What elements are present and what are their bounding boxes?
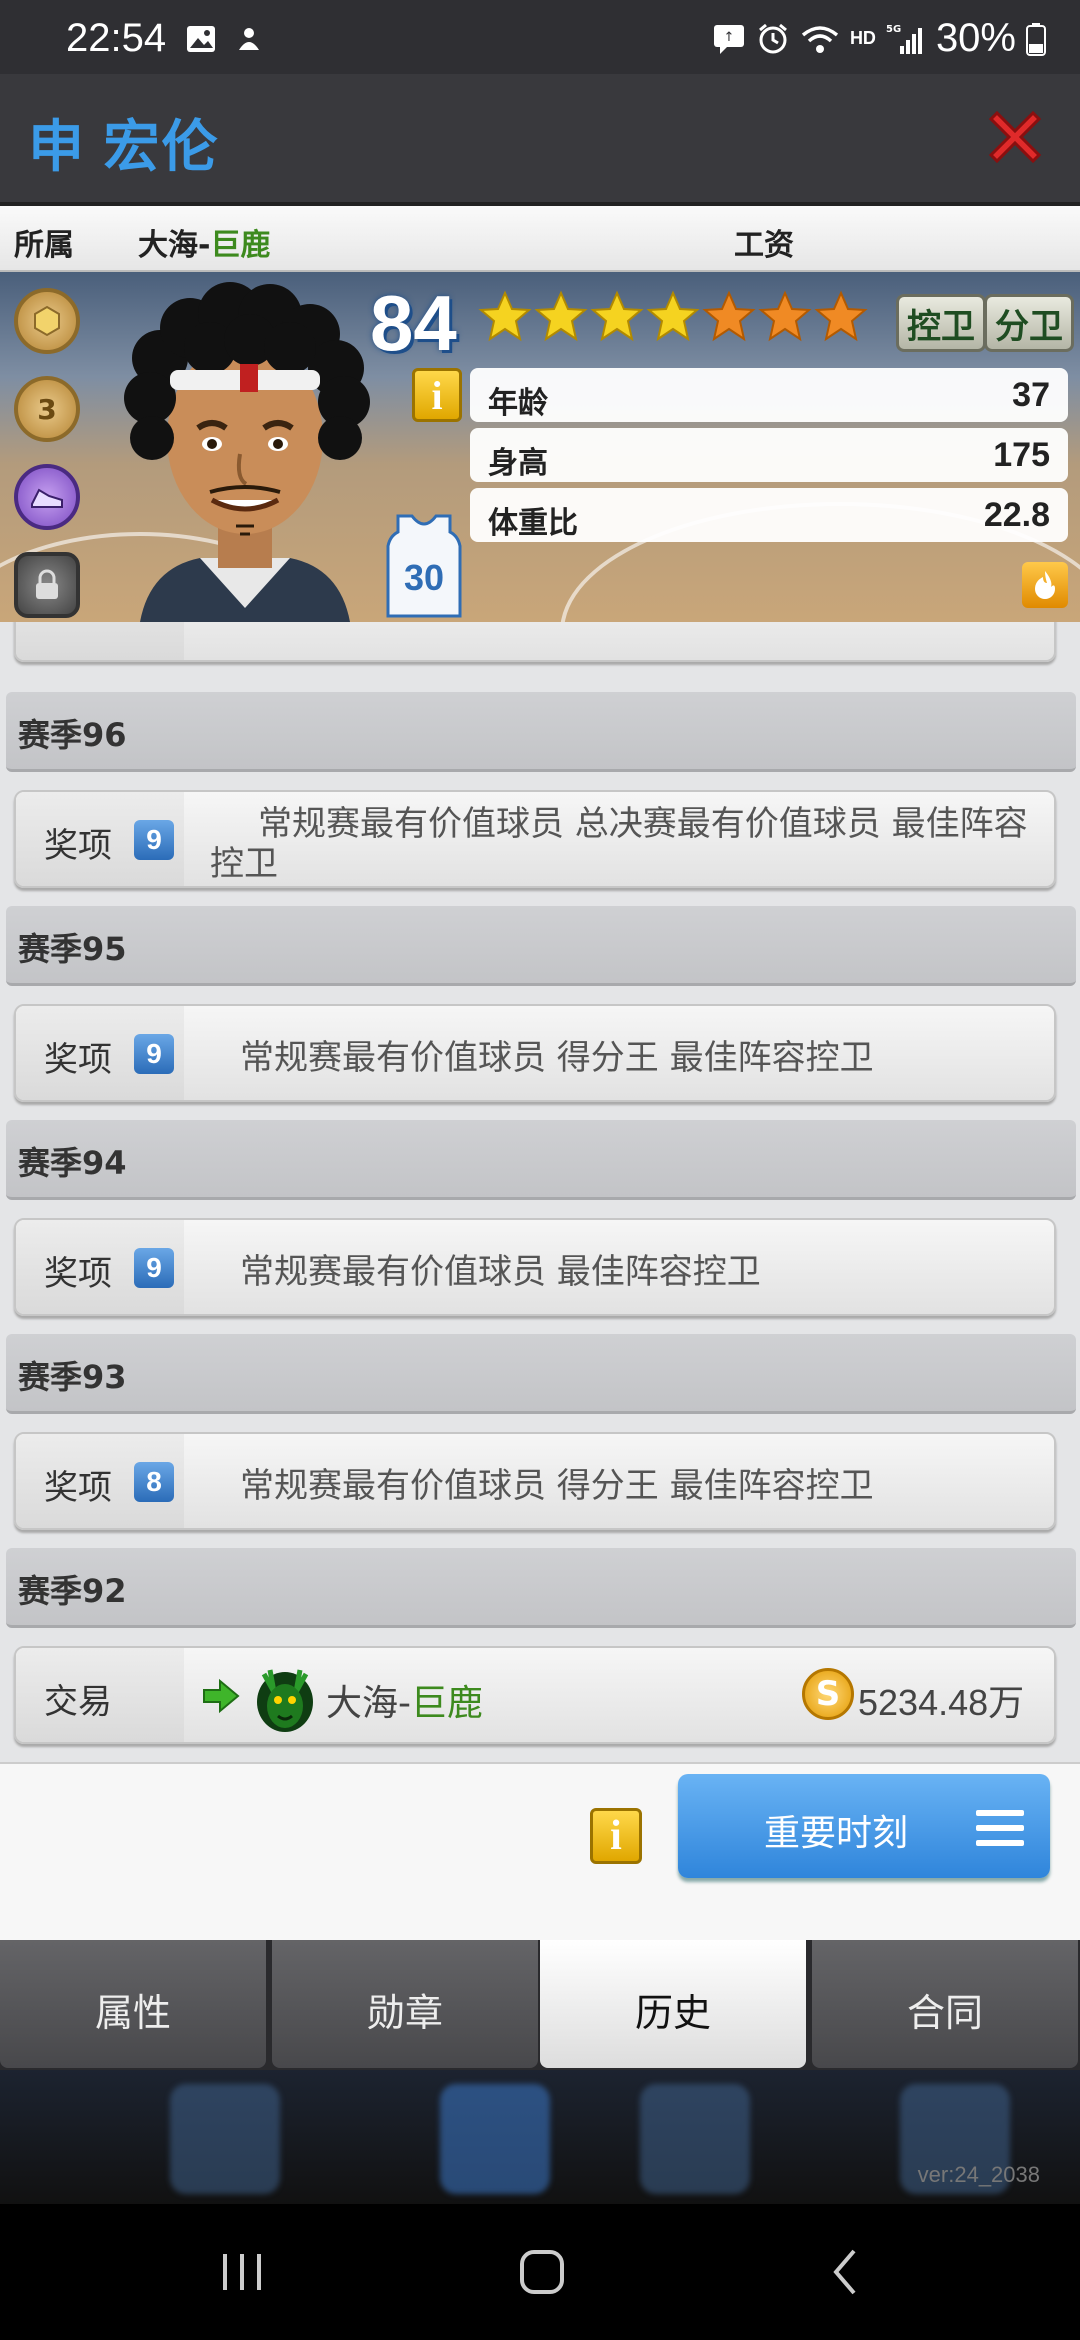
status-time: 22:54 [66, 16, 167, 60]
star-orange-icon [758, 290, 812, 348]
award-list: 常规赛最有价值球员 最佳阵容控卫 [240, 1252, 761, 1292]
wifi-icon [801, 25, 839, 53]
award-count-badge: 8 [134, 1462, 174, 1502]
award-list: 常规赛最有价值球员 总决赛最有价值球员 最佳阵容控卫 [210, 804, 1028, 884]
team-name[interactable]: 大海-巨鹿 [138, 220, 270, 264]
star-gold-icon [646, 290, 700, 348]
tab-bar: 属性 勋章 历史 合同 [0, 1940, 1080, 2070]
jersey-icon: 30 [386, 514, 462, 618]
season-header: 赛季93 [6, 1334, 1076, 1414]
home-button[interactable] [510, 2240, 574, 2304]
award-count-badge: 9 [134, 1034, 174, 1074]
stat-height: 身高 175 [470, 428, 1068, 482]
player-name: 申 宏伦 [28, 115, 220, 178]
star-rating [478, 290, 868, 348]
award-list: 常规赛最有价值球员 得分王 最佳阵容控卫 [240, 1466, 874, 1506]
salary-label: 工资 [734, 228, 794, 263]
stat-weight-ratio: 体重比 22.8 [470, 488, 1068, 542]
recents-icon [223, 2254, 261, 2290]
menu-icon [976, 1810, 1024, 1846]
entry-type: 奖项 [44, 826, 112, 866]
badge-column: 3 [14, 288, 80, 618]
award-entry: 奖项 9 常规赛最有价值球员 最佳阵容控卫 [14, 1218, 1056, 1316]
recents-button[interactable] [210, 2240, 274, 2304]
info-button[interactable]: i [590, 1808, 642, 1864]
battery-percent: 30% [935, 16, 1016, 60]
tab-badges[interactable]: 勋章 [272, 1940, 538, 2068]
season-header: 赛季96 [6, 692, 1076, 772]
level-badge[interactable]: 3 [14, 376, 80, 442]
lock-icon[interactable] [14, 552, 80, 618]
version-label: ver:24_2038 [917, 2162, 1040, 2187]
stat-age: 年龄 37 [470, 368, 1068, 422]
entry-type: 交易 [44, 1682, 112, 1722]
status-bar: 22:54 ↑ HD 5G 30% [0, 0, 1080, 74]
nav-icon-blurred [170, 2084, 280, 2194]
svg-text:↑: ↑ [723, 30, 734, 45]
flame-icon [1035, 571, 1055, 599]
award-count-badge: 9 [134, 820, 174, 860]
nav-icon-blurred [440, 2084, 550, 2194]
info-button[interactable]: i [412, 368, 462, 422]
svg-text:5G: 5G [886, 24, 901, 35]
signal-icon: 5G [886, 24, 922, 54]
back-button[interactable] [814, 2240, 878, 2304]
tab-history[interactable]: 历史 [540, 1940, 806, 2068]
history-list[interactable]: 赛季96 奖项 9 常规赛最有价值球员 总决赛最有价值球员 最佳阵容控卫 赛季9… [0, 622, 1080, 1762]
skill-badge-icon[interactable] [14, 288, 80, 354]
star-orange-icon [702, 290, 756, 348]
coin-icon: S [802, 1668, 854, 1720]
star-gold-icon [590, 290, 644, 348]
message-icon: ↑ [713, 24, 744, 54]
trade-team-name: 大海-巨鹿 [326, 1683, 484, 1724]
season-header: 赛季94 [6, 1120, 1076, 1200]
list-item [14, 622, 1056, 662]
battery-icon [1026, 22, 1046, 56]
season-header: 赛季92 [6, 1548, 1076, 1628]
overall-rating: 84 [370, 279, 457, 367]
award-list: 常规赛最有价值球员 得分王 最佳阵容控卫 [240, 1038, 874, 1078]
position-sg-button[interactable]: 分卫 [984, 294, 1074, 352]
gallery-icon [184, 22, 218, 56]
trade-amount: 5234.48万 [858, 1682, 1025, 1723]
nav-icon-blurred [640, 2084, 750, 2194]
player-card: 3 30 84 控卫 分卫 i 年龄 37 身高 175 体重比 22.8 [0, 272, 1080, 622]
award-entry: 奖项 9 常规赛最有价值球员 得分王 最佳阵容控卫 [14, 1004, 1056, 1102]
award-entry: 奖项 9 常规赛最有价值球员 总决赛最有价值球员 最佳阵容控卫 [14, 790, 1056, 888]
game-nav-background: ver:24_2038 [0, 2070, 1080, 2204]
trade-entry[interactable]: 交易 大海-巨鹿 S 5234.48万 [14, 1646, 1056, 1744]
team-logo-icon [257, 1669, 313, 1732]
star-gold-icon [534, 290, 588, 348]
tab-contract[interactable]: 合同 [812, 1940, 1078, 2068]
position-pg-button[interactable]: 控卫 [896, 294, 986, 352]
close-button[interactable] [978, 100, 1052, 174]
fire-button[interactable] [1022, 562, 1068, 608]
tab-attributes[interactable]: 属性 [0, 1940, 266, 2068]
star-gold-icon [478, 290, 532, 348]
android-nav-bar [0, 2204, 1080, 2340]
home-icon [520, 2250, 564, 2294]
alarm-icon [758, 23, 787, 53]
action-panel: i 重要时刻 [0, 1762, 1080, 1940]
title-bar: 申 宏伦 [0, 74, 1080, 206]
player-avatar [124, 282, 370, 622]
close-icon [988, 110, 1042, 164]
app-notification-icon [232, 22, 266, 56]
award-entry: 奖项 8 常规赛最有价值球员 得分王 最佳阵容控卫 [14, 1432, 1056, 1530]
team-label: 所属 [14, 228, 74, 263]
entry-type: 奖项 [44, 1040, 112, 1080]
back-icon [833, 2249, 856, 2295]
jersey-number: 30 [404, 557, 444, 598]
star-orange-icon [814, 290, 868, 348]
hd-indicator: HD [849, 28, 876, 48]
key-moments-button[interactable]: 重要时刻 [678, 1774, 1050, 1878]
entry-type: 奖项 [44, 1468, 112, 1508]
shoe-badge-icon[interactable] [14, 464, 80, 530]
arrow-right-icon [203, 1678, 240, 1714]
season-header: 赛季95 [6, 906, 1076, 986]
team-row: 所属 大海-巨鹿 工资 [0, 206, 1080, 272]
entry-type: 奖项 [44, 1254, 112, 1294]
award-count-badge: 9 [134, 1248, 174, 1288]
